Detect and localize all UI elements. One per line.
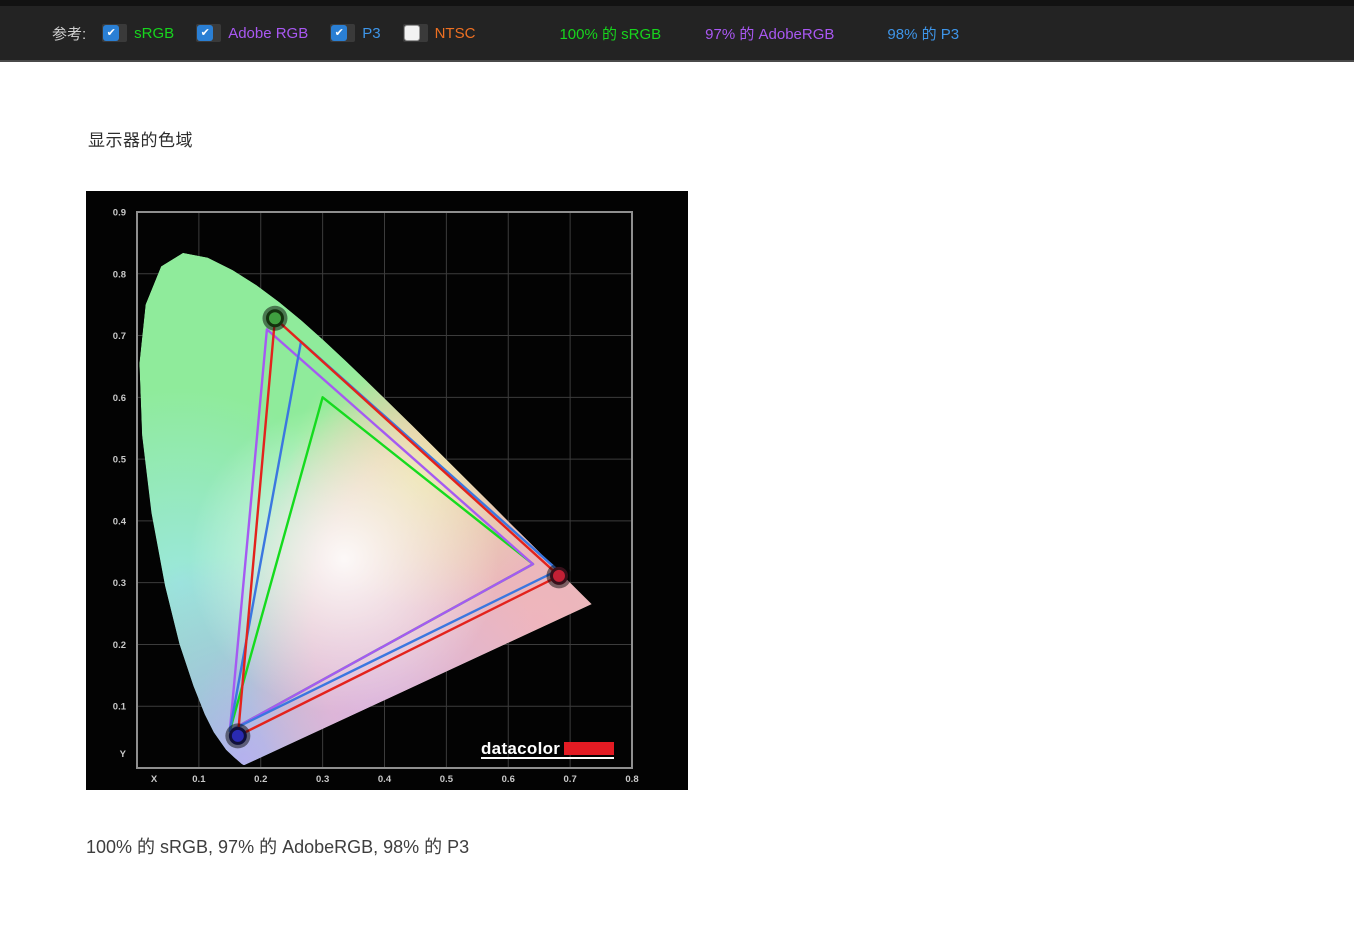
svg-text:0.7: 0.7 <box>564 774 577 785</box>
svg-text:0.4: 0.4 <box>378 774 392 785</box>
svg-text:0.5: 0.5 <box>440 774 454 785</box>
checkbox-group-p3: ✔ P3 <box>330 24 381 42</box>
page-title: 显示器的色域 <box>88 131 193 150</box>
x-axis-title: X <box>151 774 158 785</box>
checkbox-label-srgb[interactable]: sRGB <box>134 25 174 42</box>
svg-text:0.3: 0.3 <box>113 578 126 589</box>
checkbox-label-ntsc[interactable]: NTSC <box>435 25 476 42</box>
coverage-summary-1: 97% 的 AdobeRGB <box>705 25 835 43</box>
checkbox-label-p3[interactable]: P3 <box>362 25 380 42</box>
svg-text:0.6: 0.6 <box>113 393 126 404</box>
coverage-summary-0: 100% 的 sRGB <box>559 25 662 43</box>
svg-text:0.6: 0.6 <box>502 774 515 785</box>
gamut-checkbox-group: ✔ sRGB ✔ Adobe RGB ✔ P3 NTSC <box>102 24 497 42</box>
gamut-coverage-summaries: 100% 的 sRGB 97% 的 AdobeRGB 98% 的 P3 <box>497 23 959 44</box>
svg-text:0.9: 0.9 <box>113 207 126 218</box>
checkbox-group-srgb: ✔ sRGB <box>102 24 174 42</box>
svg-text:0.8: 0.8 <box>113 269 126 280</box>
reference-toolbar: 参考: ✔ sRGB ✔ Adobe RGB ✔ P3 NTSC 100% 的 sRGB 97… <box>0 0 1354 62</box>
svg-text:0.7: 0.7 <box>113 331 126 342</box>
datacolor-logo-text: datacolor <box>481 739 560 758</box>
svg-text:0.8: 0.8 <box>625 774 638 785</box>
svg-text:0.2: 0.2 <box>254 774 267 785</box>
coverage-caption: 100% 的 sRGB, 97% 的 AdobeRGB, 98% 的 P3 <box>86 837 470 857</box>
svg-text:0.3: 0.3 <box>316 774 329 785</box>
svg-text:0.2: 0.2 <box>113 640 126 651</box>
checkbox-adobe-rgb[interactable]: ✔ <box>197 25 214 41</box>
datacolor-logo-underline <box>481 757 614 759</box>
marker-blue-primary <box>228 726 247 745</box>
checkbox-srgb[interactable]: ✔ <box>103 25 120 41</box>
marker-red-primary <box>549 566 568 585</box>
coverage-summary-2: 98% 的 P3 <box>887 25 960 43</box>
svg-text:0.1: 0.1 <box>192 774 206 785</box>
checkbox-backdrop: ✔ <box>196 24 222 42</box>
checkbox-ntsc[interactable] <box>403 25 420 41</box>
cie-diagram-svg: 0.1 0.2 0.3 0.4 0.5 0.6 0.7 0.8 0.1 0.2 0.3 0.4 0.5 0… <box>86 191 688 790</box>
reference-label: 参考: <box>52 25 87 43</box>
checkbox-backdrop: ✔ <box>102 24 128 42</box>
y-axis-title: Y <box>120 749 127 760</box>
checkbox-label-adobe-rgb[interactable]: Adobe RGB <box>228 25 308 42</box>
checkbox-backdrop <box>402 24 428 42</box>
svg-text:0.1: 0.1 <box>113 702 127 713</box>
svg-text:0.5: 0.5 <box>113 455 127 466</box>
checkbox-p3[interactable]: ✔ <box>331 25 348 41</box>
checkbox-backdrop: ✔ <box>330 24 356 42</box>
chromaticity-chart: 0.1 0.2 0.3 0.4 0.5 0.6 0.7 0.8 0.1 0.2 0.3 0.4 0.5 0… <box>86 191 688 790</box>
checkbox-group-adobe-rgb: ✔ Adobe RGB <box>196 24 308 42</box>
datacolor-logo-red-bar <box>564 742 614 755</box>
svg-text:0.4: 0.4 <box>113 516 127 527</box>
marker-green-primary <box>265 309 284 328</box>
checkbox-group-ntsc: NTSC <box>402 24 476 42</box>
